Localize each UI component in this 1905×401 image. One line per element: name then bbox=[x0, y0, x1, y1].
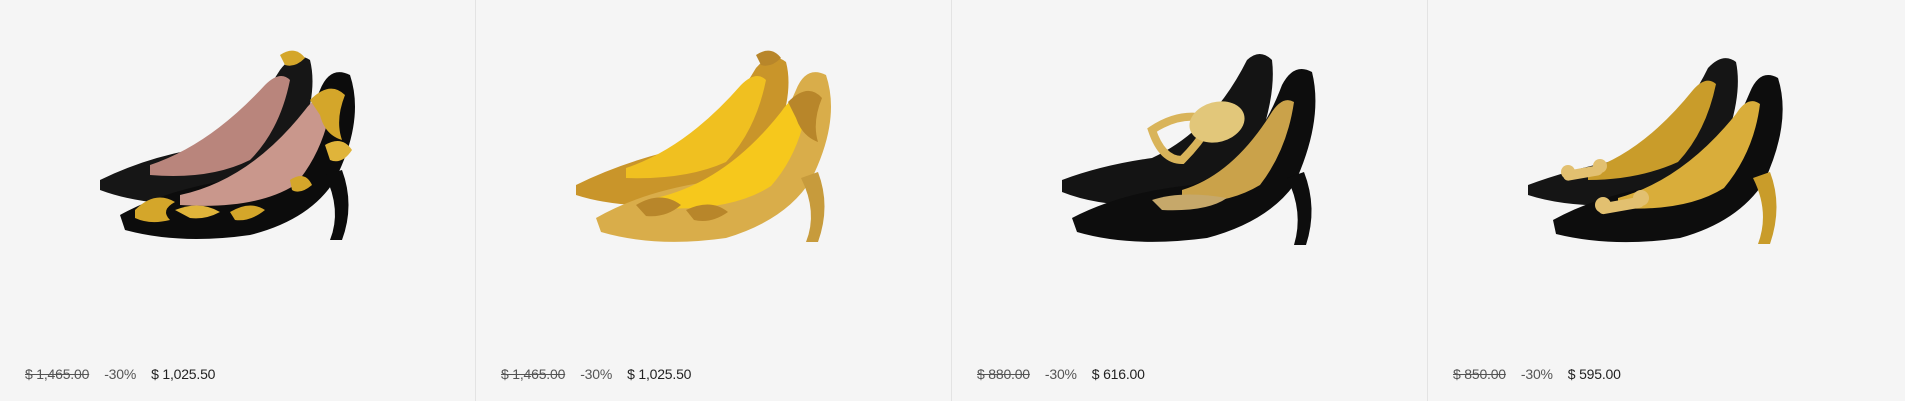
original-price: $ 1,465.00 bbox=[501, 366, 566, 382]
discount-badge: -30% bbox=[1044, 366, 1077, 382]
sale-price: $ 595.00 bbox=[1567, 366, 1621, 382]
original-price: $ 850.00 bbox=[1453, 366, 1506, 382]
price-row: $ 1,465.00 -30% $ 1,025.50 bbox=[25, 366, 215, 382]
price-row: $ 850.00 -30% $ 595.00 bbox=[1453, 366, 1621, 382]
price-row: $ 1,465.00 -30% $ 1,025.50 bbox=[501, 366, 691, 382]
product-image[interactable] bbox=[1508, 40, 1828, 270]
original-price: $ 880.00 bbox=[977, 366, 1030, 382]
sale-price: $ 616.00 bbox=[1091, 366, 1145, 382]
product-image[interactable] bbox=[80, 40, 400, 270]
price-row: $ 880.00 -30% $ 616.00 bbox=[977, 366, 1145, 382]
product-grid: $ 1,465.00 -30% $ 1,025.50 $ 1,465.00 -3… bbox=[0, 0, 1905, 401]
discount-badge: -30% bbox=[1520, 366, 1553, 382]
product-card[interactable]: $ 850.00 -30% $ 595.00 bbox=[1428, 0, 1905, 401]
original-price: $ 1,465.00 bbox=[25, 366, 90, 382]
discount-badge: -30% bbox=[580, 366, 613, 382]
sale-price: $ 1,025.50 bbox=[151, 366, 216, 382]
product-card[interactable]: $ 880.00 -30% $ 616.00 bbox=[952, 0, 1428, 401]
sale-price: $ 1,025.50 bbox=[627, 366, 692, 382]
product-image[interactable] bbox=[556, 40, 876, 270]
product-image[interactable] bbox=[1032, 40, 1352, 270]
product-card[interactable]: $ 1,465.00 -30% $ 1,025.50 bbox=[476, 0, 952, 401]
product-card[interactable]: $ 1,465.00 -30% $ 1,025.50 bbox=[0, 0, 476, 401]
discount-badge: -30% bbox=[104, 366, 137, 382]
